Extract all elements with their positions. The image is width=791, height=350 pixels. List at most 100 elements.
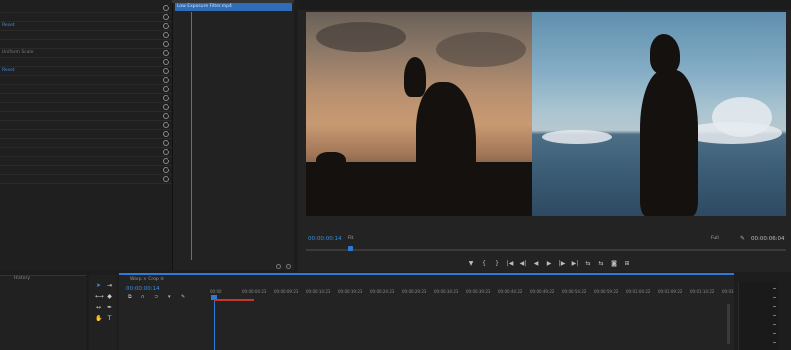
- reset-parameter-icon[interactable]: [163, 95, 170, 101]
- cloud: [436, 32, 526, 67]
- effect-control-row[interactable]: [0, 130, 172, 139]
- transport-button[interactable]: ⊞: [622, 259, 632, 269]
- effect-control-row[interactable]: [0, 4, 172, 13]
- type-tool-icon[interactable]: T: [106, 315, 113, 322]
- history-title[interactable]: History: [14, 276, 30, 281]
- resolution-select[interactable]: Full: [711, 236, 719, 241]
- ruler-tick-label: 00:00:04:23: [242, 289, 267, 294]
- effect-control-row[interactable]: [0, 112, 172, 121]
- reset-parameter-icon[interactable]: [163, 77, 170, 83]
- track-select-tool-icon[interactable]: ⇥: [106, 282, 113, 289]
- nest-icon[interactable]: ⧉: [128, 294, 132, 300]
- effect-control-row[interactable]: Reset: [0, 22, 172, 31]
- effect-control-row[interactable]: [0, 157, 172, 166]
- effect-control-row[interactable]: [0, 139, 172, 148]
- effect-control-row[interactable]: [0, 58, 172, 67]
- ripple-edit-tool-icon[interactable]: ⟷: [95, 293, 104, 300]
- timeline-playhead[interactable]: [214, 297, 215, 350]
- transport-button[interactable]: |▶: [557, 259, 567, 269]
- transport-button[interactable]: }: [492, 259, 502, 269]
- reset-parameter-icon[interactable]: [163, 158, 170, 164]
- timeline-tabs[interactable]: Warp × Crop ≡: [130, 277, 164, 282]
- hand-tool-icon[interactable]: ✋: [95, 315, 102, 322]
- reset-parameter-icon[interactable]: [163, 68, 170, 74]
- ruler-tick-label: 00:00:09:23: [274, 289, 299, 294]
- program-video-right-half: [532, 12, 786, 216]
- transport-button[interactable]: ◀: [531, 259, 541, 269]
- slip-tool-icon[interactable]: ↔: [95, 304, 102, 311]
- effect-control-row[interactable]: [0, 40, 172, 49]
- snap-icon[interactable]: ∩: [141, 294, 145, 300]
- program-scrub-bar[interactable]: [306, 249, 786, 251]
- effect-control-row[interactable]: [0, 148, 172, 157]
- effect-control-row[interactable]: [0, 94, 172, 103]
- meter-tick: [773, 306, 776, 307]
- next-keyframe-icon[interactable]: [286, 264, 291, 269]
- add-marker-icon[interactable]: ▾: [168, 294, 171, 300]
- audio-meters: [738, 282, 778, 350]
- timeline-timecode[interactable]: 00:00:00:14: [126, 286, 160, 292]
- program-duration: 00:00:06:04: [751, 236, 785, 242]
- reset-parameter-icon[interactable]: [163, 122, 170, 128]
- work-area-bar[interactable]: [214, 299, 254, 301]
- premiere-workspace: Reset Uniform Scale Reset Low Exposure Fil…: [0, 0, 791, 350]
- transport-button[interactable]: ◙: [609, 259, 619, 269]
- reset-parameter-icon[interactable]: [163, 140, 170, 146]
- reset-parameter-icon[interactable]: [163, 176, 170, 182]
- transport-button[interactable]: |◀: [505, 259, 515, 269]
- effect-control-row[interactable]: [0, 166, 172, 175]
- reset-parameter-icon[interactable]: [163, 32, 170, 38]
- meter-tick: [773, 315, 776, 316]
- reset-parameter-icon[interactable]: [163, 50, 170, 56]
- pen-tool-icon[interactable]: ✒: [106, 304, 113, 311]
- effect-controls-playhead[interactable]: [191, 12, 192, 260]
- reset-parameter-icon[interactable]: [163, 14, 170, 20]
- transport-button[interactable]: ▶|: [570, 259, 580, 269]
- razor-tool-icon[interactable]: ◆: [106, 293, 113, 300]
- reset-parameter-icon[interactable]: [163, 131, 170, 137]
- reset-parameter-icon[interactable]: [163, 41, 170, 47]
- cloud: [316, 22, 406, 52]
- transport-button[interactable]: ⇆: [596, 259, 606, 269]
- effect-control-row[interactable]: [0, 175, 172, 184]
- effect-control-label[interactable]: Reset: [2, 67, 15, 75]
- reset-parameter-icon[interactable]: [163, 23, 170, 29]
- reset-parameter-icon[interactable]: [163, 149, 170, 155]
- effect-control-row[interactable]: [0, 76, 172, 85]
- reset-parameter-icon[interactable]: [163, 5, 170, 11]
- wrench-icon[interactable]: ✎: [740, 236, 746, 242]
- zoom-select[interactable]: Fit: [348, 236, 353, 241]
- effect-control-row[interactable]: Reset: [0, 67, 172, 76]
- timeline-ruler[interactable]: 00:00 00:00:04:23 00:00:09:23 00:00:14:23 00…: [210, 289, 734, 297]
- effect-control-row[interactable]: Uniform Scale: [0, 49, 172, 58]
- program-playhead[interactable]: [348, 246, 353, 251]
- reset-parameter-icon[interactable]: [163, 167, 170, 173]
- timeline-settings-icon[interactable]: ✎: [181, 294, 185, 300]
- timeline-scrollbar[interactable]: [727, 304, 730, 344]
- linked-selection-icon[interactable]: ⊃: [154, 294, 158, 300]
- reset-parameter-icon[interactable]: [163, 86, 170, 92]
- ruler-tick-label: 00:00: [210, 289, 222, 294]
- reset-parameter-icon[interactable]: [163, 113, 170, 119]
- transport-button[interactable]: ▶: [544, 259, 554, 269]
- prev-keyframe-icon[interactable]: [276, 264, 281, 269]
- transport-button[interactable]: ◀|: [518, 259, 528, 269]
- effect-control-row[interactable]: [0, 85, 172, 94]
- effect-control-row[interactable]: [0, 103, 172, 112]
- ruler-tick-label: 00:00:19:23: [338, 289, 363, 294]
- transport-button[interactable]: ⇆: [583, 259, 593, 269]
- transport-button[interactable]: ▼: [466, 259, 476, 269]
- transport-button[interactable]: {: [479, 259, 489, 269]
- ruler-tick-label: 00:00:44:22: [498, 289, 523, 294]
- timeline-panel: [119, 273, 734, 350]
- effect-control-row[interactable]: [0, 121, 172, 130]
- effect-control-row[interactable]: [0, 13, 172, 22]
- reset-parameter-icon[interactable]: [163, 59, 170, 65]
- selection-tool-icon[interactable]: ➤: [95, 282, 102, 289]
- effect-control-label[interactable]: Reset: [2, 22, 15, 30]
- effect-control-row[interactable]: [0, 31, 172, 40]
- meter-tick: [773, 324, 776, 325]
- program-timecode[interactable]: 00:00:00:14: [308, 236, 342, 242]
- effect-controls-clip-name: Low Exposure Filter.mp4: [177, 4, 232, 9]
- reset-parameter-icon[interactable]: [163, 104, 170, 110]
